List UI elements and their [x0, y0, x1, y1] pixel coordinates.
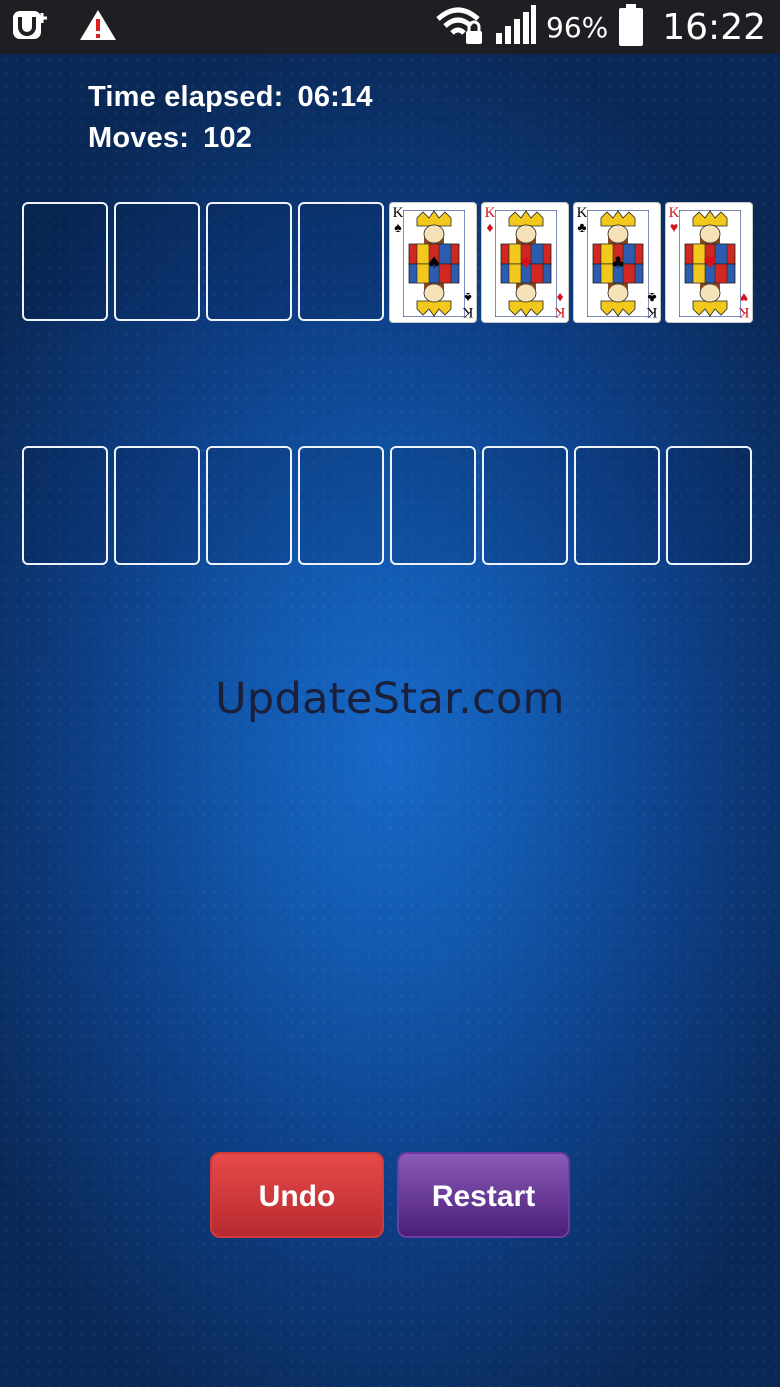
foundation-card-4[interactable]: K ♥ ♥ K ♥	[665, 202, 753, 323]
moves-counter: Moves: 102	[88, 122, 252, 155]
battery-icon	[618, 3, 644, 51]
center-suit-pip: ♥	[703, 253, 717, 272]
time-label: Time elapsed:	[88, 81, 284, 113]
tableau-column-4[interactable]	[298, 446, 384, 565]
warning-icon	[78, 8, 118, 47]
center-suit-pip: ♠	[427, 253, 441, 272]
foundation-card-3[interactable]: K ♣ ♣ K ♣	[573, 202, 661, 323]
restart-button[interactable]: Restart	[397, 1152, 570, 1238]
card-suit: ♦	[556, 289, 564, 304]
card-suit: ♣	[647, 289, 657, 304]
center-suit-pip: ♣	[611, 253, 625, 272]
card-rank: K	[484, 205, 496, 221]
moves-value: 102	[203, 122, 253, 154]
moves-label: Moves:	[88, 122, 190, 154]
tableau-column-2[interactable]	[114, 446, 200, 565]
king-face-icon: ♣	[587, 210, 649, 317]
free-cell-3[interactable]	[206, 202, 292, 321]
card-suit: ♥	[739, 289, 749, 304]
card-rank: K	[646, 304, 658, 320]
free-cell-4[interactable]	[298, 202, 384, 321]
card-rank: K	[462, 304, 474, 320]
tableau-column-7[interactable]	[574, 446, 660, 565]
status-bar: 96% 16:22	[0, 0, 780, 54]
battery-percent: 96%	[546, 10, 609, 44]
tableau-column-5[interactable]	[390, 446, 476, 565]
watermark: UpdateStar.com	[215, 674, 565, 724]
clock: 16:22	[662, 6, 766, 48]
king-face-icon: ♠	[403, 210, 465, 317]
app-u-icon	[12, 8, 52, 47]
free-cell-2[interactable]	[114, 202, 200, 321]
tableau-column-3[interactable]	[206, 446, 292, 565]
card-rank: K	[576, 205, 588, 221]
wifi-lock-icon	[436, 5, 484, 50]
tableau-column-6[interactable]	[482, 446, 568, 565]
card-suit: ♠	[464, 289, 472, 304]
foundation-card-2[interactable]: K ♦ ♦ K ♦	[481, 202, 569, 323]
undo-button[interactable]: Undo	[210, 1152, 384, 1238]
time-value: 06:14	[297, 81, 373, 113]
card-rank: K	[738, 304, 750, 320]
card-rank: K	[668, 205, 680, 221]
card-rank: K	[392, 205, 404, 221]
king-face-icon: ♥	[679, 210, 741, 317]
free-cell-1[interactable]	[22, 202, 108, 321]
tableau-column-8[interactable]	[666, 446, 752, 565]
king-face-icon: ♦	[495, 210, 557, 317]
center-suit-pip: ♦	[519, 253, 533, 272]
card-rank: K	[554, 304, 566, 320]
tableau-column-1[interactable]	[22, 446, 108, 565]
foundation-card-1[interactable]: K ♠ ♠ K ♠	[389, 202, 477, 323]
signal-icon	[494, 4, 537, 50]
time-elapsed: Time elapsed: 06:14	[88, 81, 373, 114]
